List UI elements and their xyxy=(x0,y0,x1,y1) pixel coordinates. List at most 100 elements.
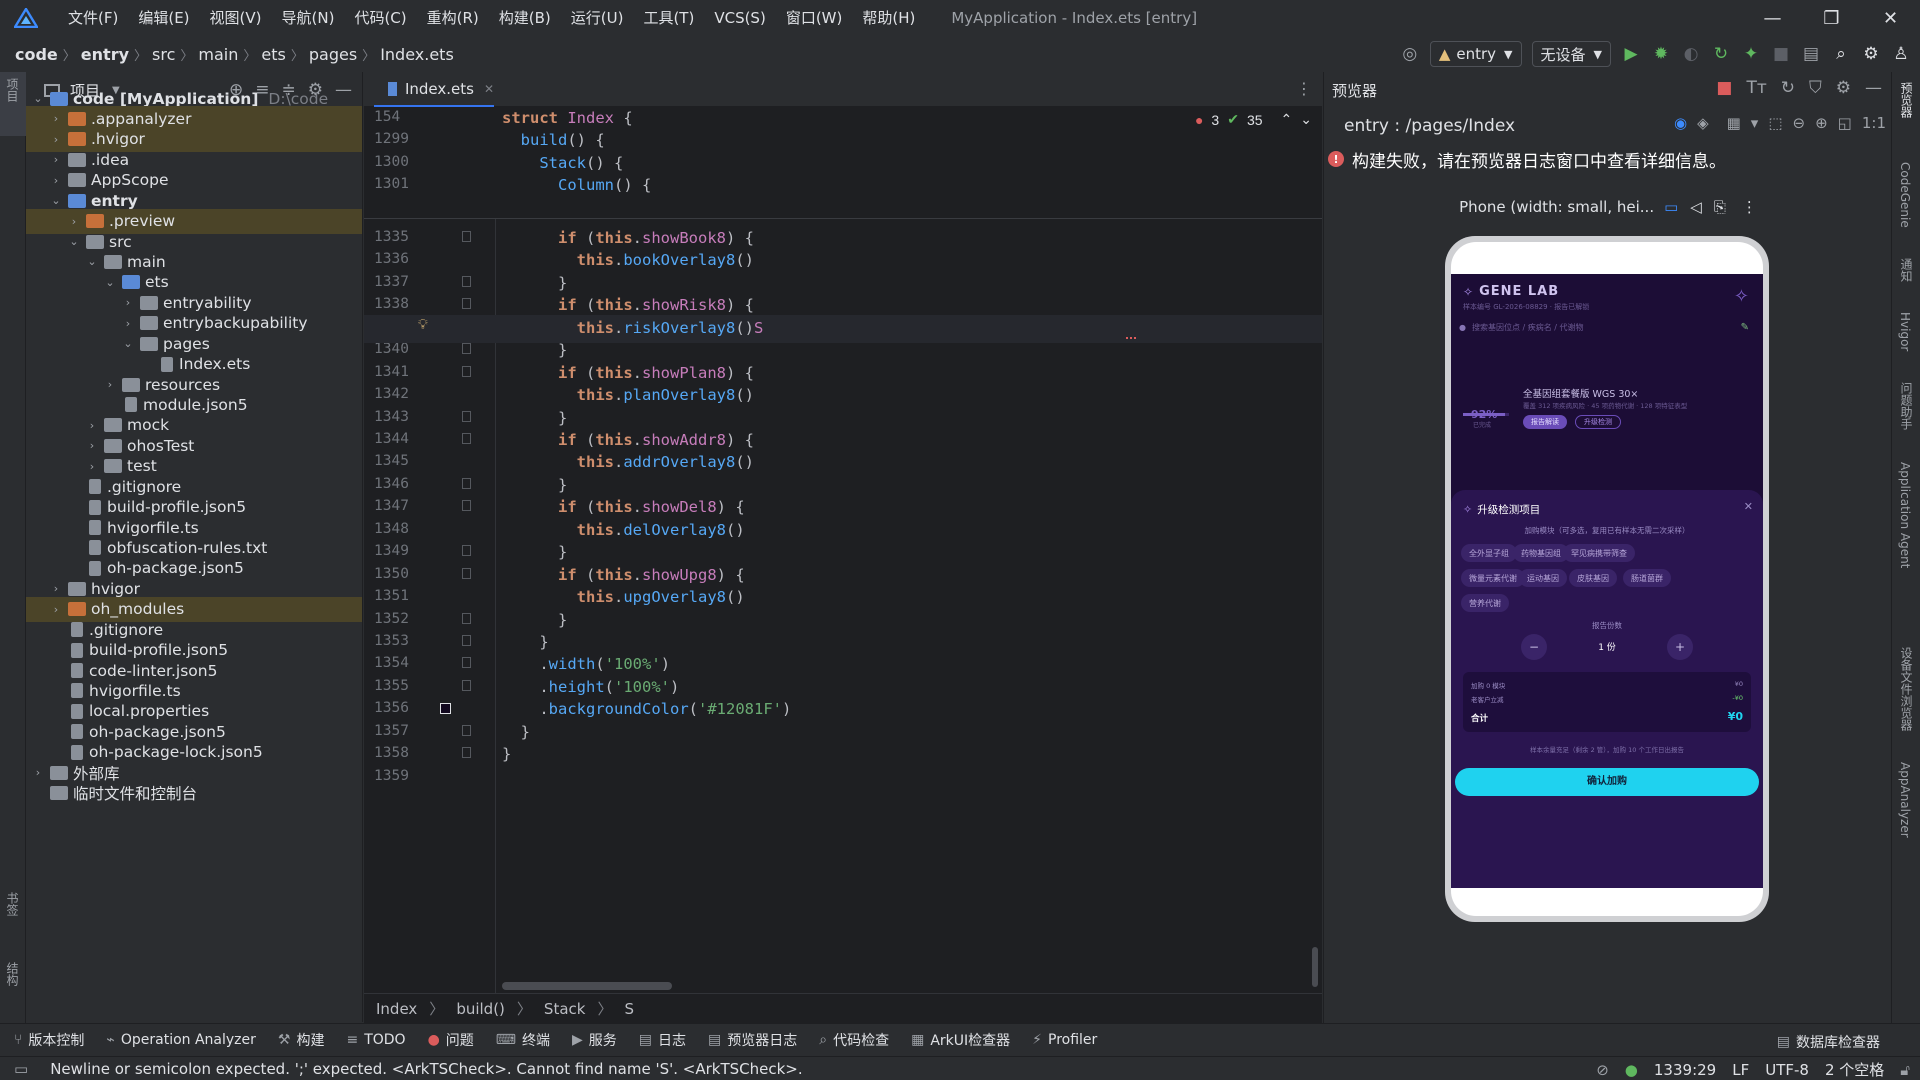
bottom-tool-tab[interactable]: ● 问题 xyxy=(428,1030,474,1050)
bottom-tool-tab[interactable]: ▶ 服务 xyxy=(572,1030,617,1050)
code-line[interactable]: if (this.showPlan8) { xyxy=(502,364,754,382)
fold-marker-icon[interactable] xyxy=(462,477,471,489)
chevron-right-icon[interactable]: › xyxy=(48,603,64,616)
sticky-code-line[interactable]: struct Index { xyxy=(502,109,633,127)
fold-marker-icon[interactable] xyxy=(462,747,471,759)
module-chip[interactable]: 运动基因 xyxy=(1519,569,1567,587)
breadcrumb-item[interactable]: src xyxy=(152,45,175,64)
chevron-right-icon[interactable]: › xyxy=(48,174,64,187)
fold-marker-icon[interactable] xyxy=(462,275,471,287)
right-tool-tab[interactable]: 设备文件浏览器 xyxy=(1898,647,1915,731)
code-line[interactable]: } xyxy=(502,341,567,359)
edit-icon[interactable]: ✎ xyxy=(1741,322,1749,333)
menu-item[interactable]: 视图(V) xyxy=(200,0,272,36)
code-line[interactable]: } xyxy=(502,409,567,427)
menu-item[interactable]: 窗口(W) xyxy=(776,0,853,36)
minimize-icon[interactable]: — xyxy=(1743,0,1802,36)
code-line[interactable]: if (this.showAddr8) { xyxy=(502,431,754,449)
editor-breadcrumb-item[interactable]: Stack xyxy=(544,1000,586,1018)
target-icon[interactable]: ◎ xyxy=(1397,41,1423,67)
chevron-right-icon[interactable]: › xyxy=(48,582,64,595)
module-selector[interactable]: ▲ entry ▼ xyxy=(1429,41,1522,67)
settings-icon[interactable]: ⚙ xyxy=(1858,41,1884,67)
chevron-right-icon[interactable]: › xyxy=(48,112,64,125)
module-chip[interactable]: 皮肤基因 xyxy=(1569,569,1617,587)
more-icon[interactable]: ⋮ xyxy=(1742,198,1757,216)
app-search-bar[interactable]: ● 搜索基因位点 / 疾病名 / 代谢物 ✎ xyxy=(1459,318,1755,336)
code-line[interactable]: if (this.showRisk8) { xyxy=(502,296,754,314)
code-line[interactable]: this.addrOverlay8() xyxy=(502,453,754,471)
fold-marker-icon[interactable] xyxy=(462,432,471,444)
grid-icon[interactable]: ▦ xyxy=(1727,114,1741,132)
code-line[interactable]: } xyxy=(502,745,511,763)
fold-marker-icon[interactable] xyxy=(462,365,471,377)
module-chip[interactable]: 肠道菌群 xyxy=(1623,569,1671,587)
right-tool-tab[interactable]: 通知 xyxy=(1898,258,1915,282)
chevron-right-icon[interactable]: › xyxy=(102,378,118,391)
editor-breadcrumb-item[interactable]: Index xyxy=(376,1000,417,1018)
attach-debugger-icon[interactable]: ◐ xyxy=(1678,41,1704,67)
confirm-button[interactable]: 确认加购 xyxy=(1455,768,1759,796)
chevron-right-icon[interactable]: › xyxy=(48,133,64,146)
chevron-right-icon[interactable]: › xyxy=(84,419,100,432)
breadcrumb-item[interactable]: entry xyxy=(81,45,129,64)
profile-icon[interactable]: ✦ xyxy=(1738,41,1764,67)
chevron-down-icon[interactable]: ⌄ xyxy=(84,255,100,268)
right-tool-tab[interactable]: CodeGenie xyxy=(1898,162,1912,228)
code-line[interactable]: if (this.showDel8) { xyxy=(502,498,745,516)
bottom-tool-tab[interactable]: ⚡ Profiler xyxy=(1032,1032,1097,1048)
color-swatch-icon[interactable] xyxy=(440,703,451,715)
menu-item[interactable]: 重构(R) xyxy=(417,0,489,36)
stop-icon[interactable]: ■ xyxy=(1768,41,1794,67)
layers-icon[interactable]: ◈ xyxy=(1697,114,1709,132)
sticky-code-line[interactable]: Column() { xyxy=(502,176,651,194)
fold-marker-icon[interactable] xyxy=(462,635,471,646)
bottom-tool-tab[interactable]: ⌕ 代码检查 xyxy=(819,1030,889,1050)
hide-icon[interactable]: — xyxy=(1865,78,1882,98)
panel-toggle-icon[interactable]: ▭ xyxy=(14,1060,28,1078)
bottom-tool-tab[interactable]: ▤ 日志 xyxy=(639,1030,686,1050)
menu-item[interactable]: 帮助(H) xyxy=(852,0,925,36)
status-message[interactable]: Newline or semicolon expected. ';' expec… xyxy=(50,1060,802,1078)
breadcrumb-item[interactable]: code xyxy=(15,45,58,64)
module-chip[interactable]: 全外显子组 xyxy=(1461,544,1517,562)
code-line[interactable]: this.bookOverlay8() xyxy=(502,251,754,269)
menu-item[interactable]: 运行(U) xyxy=(561,0,634,36)
chevron-right-icon[interactable]: › xyxy=(120,317,136,330)
code-line[interactable]: .width('100%') xyxy=(502,655,670,673)
lightbulb-icon[interactable]: 💡︎ xyxy=(418,317,428,333)
code-line[interactable]: } xyxy=(502,274,567,292)
account-icon[interactable]: ♙ xyxy=(1888,41,1914,67)
code-line[interactable]: } xyxy=(502,543,567,561)
menu-item[interactable]: VCS(S) xyxy=(704,0,775,36)
code-line[interactable]: this.upgOverlay8() xyxy=(502,588,745,606)
search-icon[interactable]: ⌕ xyxy=(1828,41,1854,67)
fold-marker-icon[interactable] xyxy=(462,724,471,736)
debug-icon[interactable]: ✹ xyxy=(1648,41,1674,67)
editor-breadcrumb-item[interactable]: S xyxy=(624,1000,634,1018)
fold-marker-icon[interactable] xyxy=(462,230,471,242)
chevron-down-icon[interactable]: ⌄ xyxy=(30,92,46,105)
code-line[interactable]: } xyxy=(502,633,548,651)
device-selector[interactable]: 无设备 ▼ xyxy=(1531,41,1611,67)
sticky-code-line[interactable]: Stack() { xyxy=(502,154,623,172)
close-icon[interactable]: ✕ xyxy=(1861,0,1920,36)
prev-highlight-icon[interactable]: ⌃ xyxy=(1281,111,1293,128)
bookmarks-tool-label[interactable]: 书签 xyxy=(4,892,21,916)
code-line[interactable]: .backgroundColor('#12081F') xyxy=(502,700,791,718)
code-line[interactable]: this.delOverlay8() xyxy=(502,521,745,539)
chevron-right-icon[interactable]: › xyxy=(84,460,100,473)
refresh-icon[interactable]: ↻ xyxy=(1781,78,1795,98)
right-tool-tab[interactable]: 问题助手 xyxy=(1898,382,1915,430)
code-line[interactable]: .height('100%') xyxy=(502,678,679,696)
crop-icon[interactable]: ⬚ xyxy=(1768,114,1782,132)
bottom-tool-tab[interactable]: ⚒ 构建 xyxy=(278,1030,325,1050)
font-size-icon[interactable]: Tт xyxy=(1746,78,1766,98)
chevron-down-icon[interactable]: ⌄ xyxy=(120,337,136,350)
fold-marker-icon[interactable] xyxy=(462,679,471,691)
module-chip[interactable]: 罕见病携带筛查 xyxy=(1563,544,1635,562)
breadcrumb-item[interactable]: pages xyxy=(309,45,357,64)
fold-marker-icon[interactable] xyxy=(462,500,471,512)
rotate-icon[interactable]: ⎘ xyxy=(1714,198,1726,216)
power-save-icon[interactable]: ⊘ xyxy=(1596,1061,1609,1079)
